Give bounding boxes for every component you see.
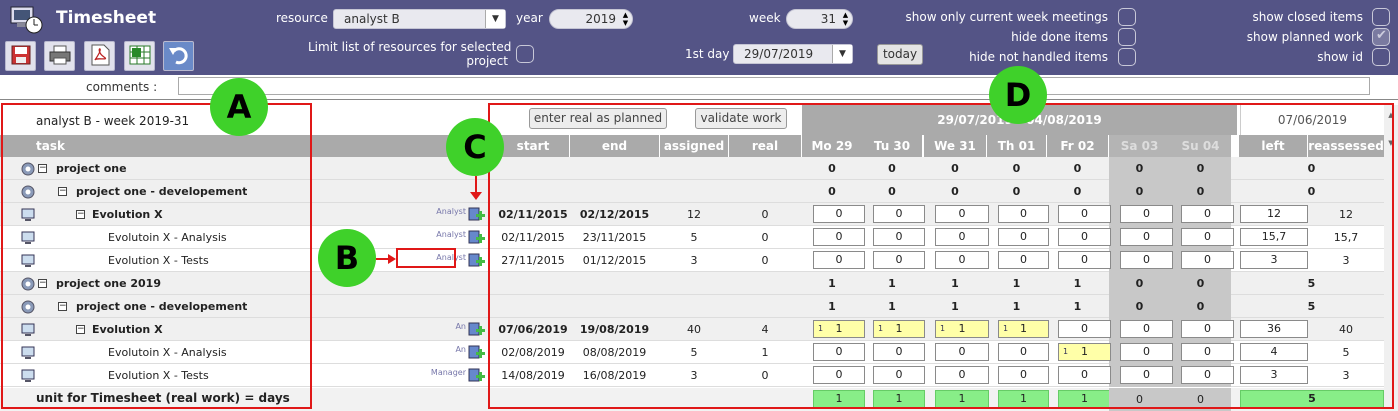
annotation-arrows bbox=[376, 176, 482, 264]
